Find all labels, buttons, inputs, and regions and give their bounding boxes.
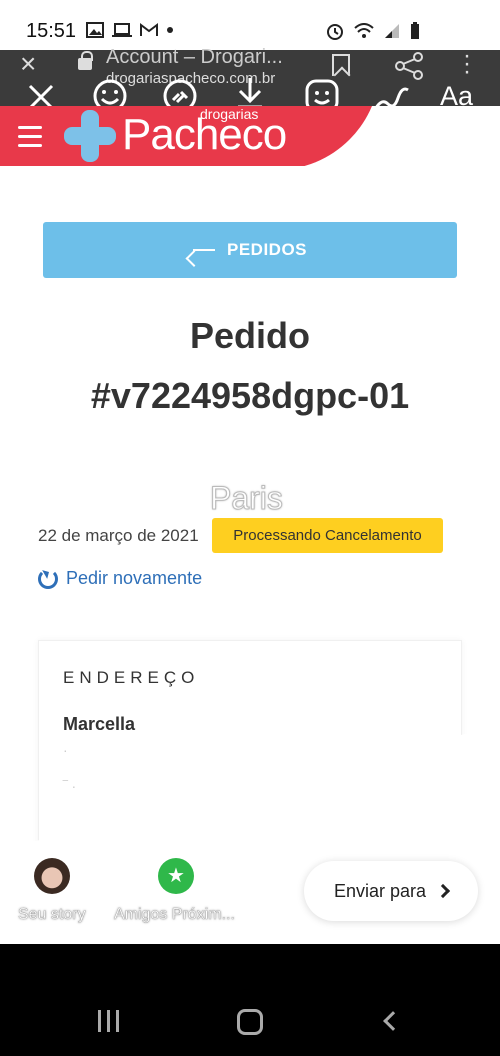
address-name: Marcella xyxy=(63,714,136,734)
star-icon[interactable]: ★ xyxy=(158,858,194,894)
address-heading: ENDEREÇO xyxy=(63,668,200,687)
bookmark-icon[interactable] xyxy=(332,54,350,76)
system-icons xyxy=(326,22,420,40)
avatar[interactable] xyxy=(34,858,70,894)
hamburger-menu-icon[interactable] xyxy=(18,126,42,153)
wifi-icon xyxy=(354,23,374,38)
lock-icon xyxy=(78,51,93,70)
order-number: #v7224958dgpc-01 xyxy=(90,375,410,416)
more-options-icon[interactable]: · · · xyxy=(462,44,472,84)
signal-icon xyxy=(385,24,399,38)
back-button-label: PEDIDOS xyxy=(226,240,308,259)
refresh-icon xyxy=(38,568,58,589)
download-icon[interactable] xyxy=(234,76,266,110)
order-status-badge: Processando Cancelamento xyxy=(212,518,443,553)
order-title-line1: Pedido xyxy=(189,315,310,356)
order-date: 22 de março de 2021 xyxy=(38,526,199,545)
home-icon[interactable] xyxy=(237,1009,263,1035)
send-to-label: Enviar para xyxy=(333,880,427,901)
browser-page-title: Account – Drogari... xyxy=(106,46,283,68)
logo-main-text[interactable]: Pacheco xyxy=(122,110,287,160)
gmail-icon xyxy=(140,23,158,36)
send-to-button[interactable]: Enviar para xyxy=(304,861,478,921)
back-to-orders-button[interactable]: PEDIDOS xyxy=(43,222,457,278)
laptop-icon xyxy=(112,23,132,37)
address-detail-faded: ‾ · xyxy=(63,778,77,794)
navigation-bar xyxy=(0,944,500,1056)
gallery-icon xyxy=(86,22,104,38)
reorder-link[interactable]: Pedir novamente xyxy=(38,568,202,589)
order-title: Pedido #v7224958dgpc-01 xyxy=(0,306,500,426)
recents-icon[interactable] xyxy=(98,1010,119,1032)
address-detail-faded: · xyxy=(63,742,68,758)
notification-icons xyxy=(86,22,174,38)
dot-icon xyxy=(167,27,173,33)
reorder-label: Pedir novamente xyxy=(66,568,203,588)
pharmacy-cross-logo-icon xyxy=(64,110,116,162)
your-story-label[interactable]: Seu story xyxy=(18,906,86,924)
chevron-right-icon xyxy=(435,883,451,899)
battery-icon xyxy=(411,22,419,39)
close-friends-label[interactable]: Amigos Próxim... xyxy=(114,906,235,924)
arrow-left-icon xyxy=(192,249,215,251)
browser-close-icon[interactable]: × xyxy=(20,50,36,78)
status-time: 15:51 xyxy=(26,20,77,42)
alarm-icon xyxy=(327,24,343,40)
location-sticker[interactable]: Paris xyxy=(210,480,284,517)
